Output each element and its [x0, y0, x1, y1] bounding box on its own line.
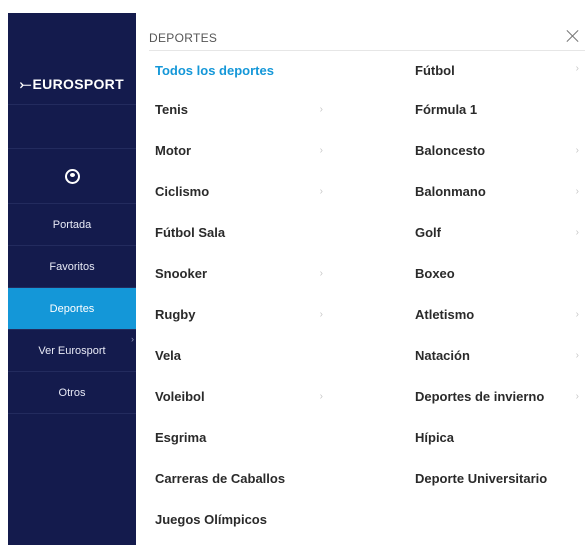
chevron-right-icon: › — [575, 145, 579, 156]
sport-item[interactable]: Balonmano › — [415, 171, 579, 212]
chevron-right-icon: › — [319, 309, 323, 320]
sport-item-label: Deportes de invierno — [415, 389, 545, 404]
sport-item-label: Motor — [155, 143, 192, 158]
sport-item-label: Fórmula 1 — [415, 102, 478, 117]
chevron-right-icon: › — [131, 334, 134, 344]
chevron-right-icon: › — [575, 227, 579, 238]
divider — [149, 50, 585, 51]
sidebar-item-deportes[interactable]: Deportes — [8, 288, 136, 330]
sport-item[interactable]: Atletismo › — [415, 294, 579, 335]
eurosport-logo-mark-icon: ⤚ — [20, 75, 32, 92]
chevron-right-icon: › — [575, 309, 579, 320]
sidebar-item-otros[interactable]: Otros — [8, 372, 136, 414]
sport-item[interactable]: Natación › — [415, 335, 579, 376]
sport-item-label: Deporte Universitario — [415, 471, 548, 486]
sport-item-label: Golf — [415, 225, 441, 240]
chevron-right-icon: › — [575, 63, 579, 74]
sport-item[interactable]: Hípica — [415, 417, 579, 458]
sport-item[interactable]: Golf › — [415, 212, 579, 253]
sport-item[interactable]: Tenis › — [155, 89, 323, 130]
sport-item[interactable]: Deportes de invierno › — [415, 376, 579, 417]
sport-item[interactable]: Boxeo — [415, 253, 579, 294]
chevron-right-icon: › — [319, 104, 323, 115]
sport-item-label: Vela — [155, 348, 182, 363]
chevron-right-icon: › — [319, 268, 323, 279]
sport-item-label: Juegos Olímpicos — [155, 512, 267, 527]
sidebar-item-label: Ver Eurosport — [38, 344, 106, 357]
sidebar-item-label: Deportes — [49, 302, 95, 315]
sports-menu-panel: DEPORTES Todos los deportes Tenis › Motor › C… — [136, 0, 585, 545]
sport-item-label: Atletismo — [415, 307, 475, 322]
sidebar-item-portada[interactable]: Portada — [8, 204, 136, 246]
chevron-right-icon: › — [575, 391, 579, 402]
eurosport-logo[interactable]: ⤚ EUROSPORT — [8, 64, 136, 105]
sport-item-label: Ciclismo — [155, 184, 210, 199]
sport-item[interactable]: Fórmula 1 — [415, 89, 579, 130]
sport-item[interactable]: Carreras de Caballos — [155, 458, 323, 499]
sport-item-label: Todos los deportes — [155, 63, 274, 78]
sport-item-label: Snooker — [155, 266, 208, 281]
sidebar-nav: Portada Favoritos Deportes Ver Eurosport… — [8, 148, 136, 414]
sports-list-right: Fútbol › Fórmula 1 Baloncesto › Balonmano › Gol… — [415, 53, 579, 499]
sidebar-item-favoritos[interactable]: Favoritos — [8, 246, 136, 288]
sport-item-label: Carreras de Caballos — [155, 471, 286, 486]
sport-item-label: Natación — [415, 348, 470, 363]
sport-item[interactable]: Baloncesto › — [415, 130, 579, 171]
sport-item-label: Baloncesto — [415, 143, 486, 158]
sport-item[interactable]: Voleibol › — [155, 376, 323, 417]
sports-list-left: Todos los deportes Tenis › Motor › Ciclismo › F… — [155, 53, 323, 540]
sport-item[interactable]: Motor › — [155, 130, 323, 171]
sport-item-label: Esgrima — [155, 430, 207, 445]
user-account-button[interactable] — [8, 148, 136, 204]
sport-item-label: Hípica — [415, 430, 455, 445]
sport-item[interactable]: Snooker › — [155, 253, 323, 294]
sport-item[interactable]: Rugby › — [155, 294, 323, 335]
chevron-right-icon: › — [319, 186, 323, 197]
sport-item-label: Balonmano — [415, 184, 486, 199]
sport-item-label: Fútbol Sala — [155, 225, 226, 240]
sport-item[interactable]: Fútbol › — [415, 53, 579, 89]
sport-item[interactable]: Ciclismo › — [155, 171, 323, 212]
sidebar-item-ver-eurosport[interactable]: Ver Eurosport › — [8, 330, 136, 372]
chevron-right-icon: › — [575, 350, 579, 361]
sport-item[interactable]: Fútbol Sala — [155, 212, 323, 253]
sport-item-label: Boxeo — [415, 266, 455, 281]
sport-item[interactable]: Vela — [155, 335, 323, 376]
user-circle-icon — [64, 168, 80, 184]
sport-item-label: Rugby — [155, 307, 196, 322]
chevron-right-icon: › — [319, 391, 323, 402]
sidebar-item-label: Otros — [58, 386, 86, 399]
sport-item-label: Tenis — [155, 102, 188, 117]
sidebar-item-label: Portada — [52, 218, 92, 231]
chevron-right-icon: › — [575, 186, 579, 197]
sport-item[interactable]: Esgrima — [155, 417, 323, 458]
eurosport-logo-text: EUROSPORT — [32, 76, 124, 92]
sport-item[interactable]: Juegos Olímpicos — [155, 499, 323, 540]
sport-item-label: Voleibol — [155, 389, 205, 404]
sport-item[interactable]: Todos los deportes — [155, 53, 323, 89]
close-icon[interactable] — [565, 28, 581, 44]
panel-title: DEPORTES — [149, 31, 218, 45]
sidebar-item-label: Favoritos — [49, 260, 95, 273]
sport-item[interactable]: Deporte Universitario — [415, 458, 579, 499]
sport-item-label: Fútbol — [415, 63, 455, 78]
sidebar: ⤚ EUROSPORT Portada Favoritos Deportes V… — [8, 13, 136, 545]
chevron-right-icon: › — [319, 145, 323, 156]
